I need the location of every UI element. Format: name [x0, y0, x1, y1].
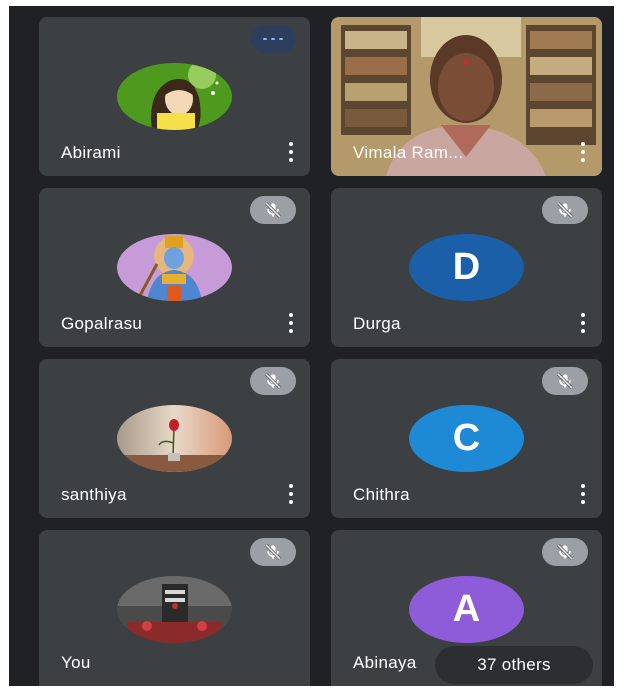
participant-tile-chithra[interactable]: C Chithra: [331, 359, 602, 518]
avatar: [117, 63, 232, 130]
avatar: [117, 234, 232, 301]
mic-off-icon: [250, 196, 296, 224]
mic-off-icon: [542, 367, 588, 395]
participant-tile-you[interactable]: You: [39, 530, 310, 686]
more-vert-icon[interactable]: [578, 484, 588, 504]
avatar: D: [409, 234, 524, 301]
mic-off-icon: [250, 538, 296, 566]
participant-name: You: [61, 653, 91, 672]
participant-name: Chithra: [353, 485, 410, 504]
participant-tile-santhiya[interactable]: santhiya: [39, 359, 310, 518]
participant-name: Vimala Ram...: [353, 143, 464, 162]
audio-level-icon: [250, 25, 296, 53]
others-count-button[interactable]: 37 others: [435, 646, 593, 684]
mic-off-icon: [542, 196, 588, 224]
more-vert-icon[interactable]: [286, 142, 296, 162]
participant-name: Gopalrasu: [61, 314, 143, 333]
avatar: [117, 576, 232, 643]
more-vert-icon[interactable]: [286, 313, 296, 333]
avatar: C: [409, 405, 524, 472]
participant-name: Abinaya: [353, 653, 417, 672]
mic-off-icon: [542, 538, 588, 566]
more-vert-icon[interactable]: [578, 313, 588, 333]
participant-tile-durga[interactable]: D Durga: [331, 188, 602, 347]
more-vert-icon[interactable]: [578, 142, 588, 162]
avatar: A: [409, 576, 524, 643]
avatar: [117, 405, 232, 472]
participant-name: Abirami: [61, 143, 121, 162]
meeting-grid: Abirami Vimala Ram... Gopalrasu D Durga …: [9, 6, 614, 686]
participant-name: Durga: [353, 314, 401, 333]
more-vert-icon[interactable]: [286, 484, 296, 504]
mic-off-icon: [250, 367, 296, 395]
participant-tile-vimala[interactable]: Vimala Ram...: [331, 17, 602, 176]
participant-tile-gopalrasu[interactable]: Gopalrasu: [39, 188, 310, 347]
participant-tile-abirami[interactable]: Abirami: [39, 17, 310, 176]
participant-name: santhiya: [61, 485, 127, 504]
